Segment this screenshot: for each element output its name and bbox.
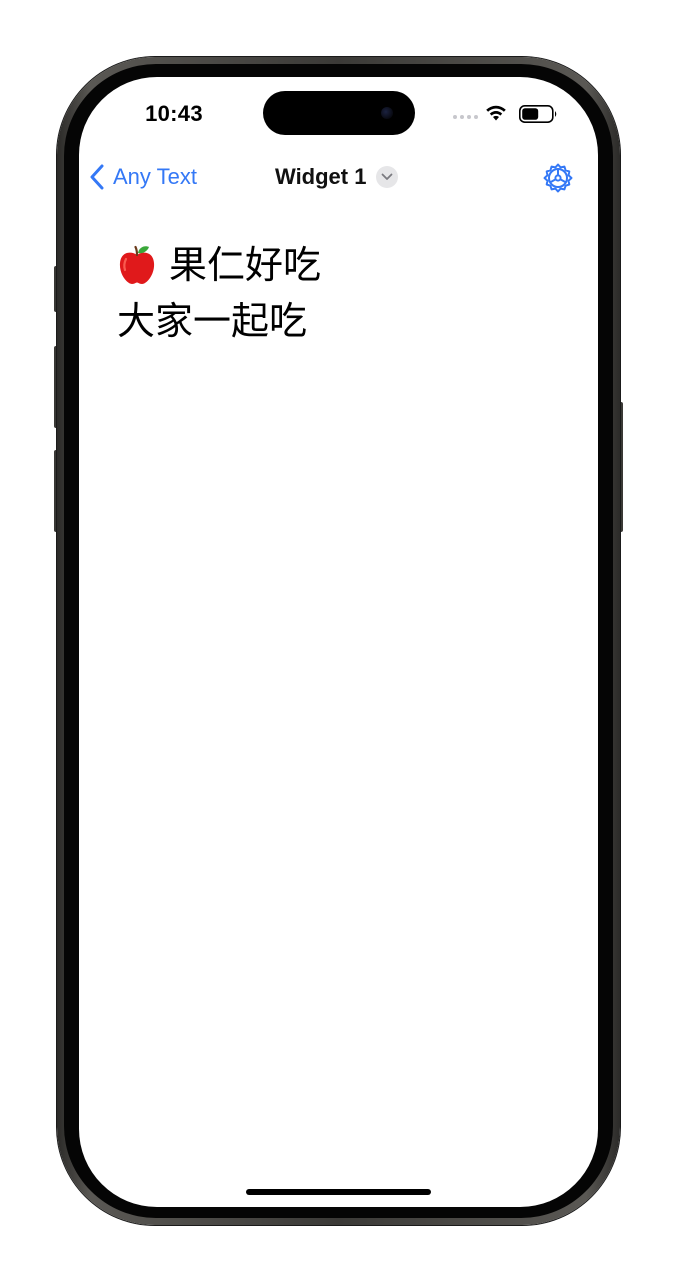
signal-dots-icon xyxy=(453,115,478,119)
back-button-label: Any Text xyxy=(113,164,197,189)
battery-icon xyxy=(519,105,557,123)
back-button[interactable]: Any Text xyxy=(89,161,197,193)
red-apple-icon xyxy=(119,245,155,284)
chevron-left-icon xyxy=(90,164,104,190)
home-indicator[interactable] xyxy=(246,1189,431,1195)
front-camera xyxy=(381,107,393,119)
content-line-1-text: 果仁好吃 xyxy=(169,243,322,287)
device-canvas: 10:43 Any Text Widget 1 果仁好吃 大家一起吃 xyxy=(0,0,677,1280)
widget-text-content: 果仁好吃 大家一起吃 xyxy=(117,237,557,349)
widget-title-menu[interactable]: Widget 1 xyxy=(275,161,399,193)
status-time: 10:43 xyxy=(145,101,203,126)
wifi-icon xyxy=(486,105,506,121)
nav-title: Widget 1 xyxy=(275,164,367,189)
gear-icon[interactable] xyxy=(541,161,575,195)
screen: 10:43 Any Text Widget 1 果仁好吃 大家一起吃 xyxy=(79,77,598,1207)
dynamic-island xyxy=(263,91,415,135)
content-line-1: 果仁好吃 xyxy=(117,237,557,293)
content-line-2: 大家一起吃 xyxy=(117,299,308,343)
chevron-down-icon xyxy=(376,166,399,188)
